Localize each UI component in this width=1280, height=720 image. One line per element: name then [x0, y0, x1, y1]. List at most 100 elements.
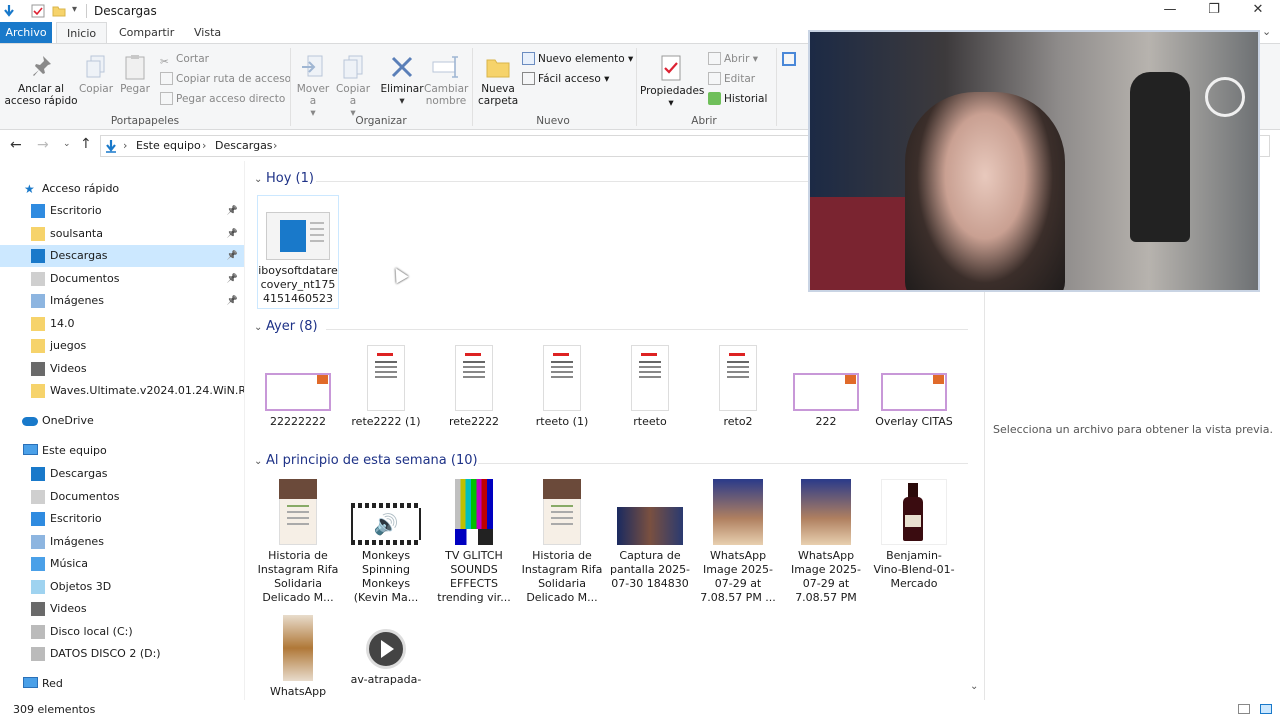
file-item[interactable]: rete2222 — [433, 345, 515, 429]
ribbon-separator — [776, 48, 777, 126]
sidebar-item-acceso-rapido[interactable]: ★ Acceso rápido — [0, 178, 244, 200]
sidebar-item-quick[interactable]: soulsanta 📌 — [0, 223, 244, 245]
pin-icon[interactable]: 📌 — [227, 223, 238, 245]
properties-check-icon[interactable] — [31, 4, 45, 18]
file-item[interactable]: rteeto — [609, 345, 691, 429]
tab-compartir[interactable]: Compartir — [109, 22, 184, 44]
rename-button[interactable]: Cambiar nombre — [424, 54, 468, 107]
sidebar-item-quick[interactable]: Descargas 📌 — [0, 245, 244, 267]
sidebar-item-quick[interactable]: Waves.Ultimate.v2024.01.24.WiN.R2R.ai — [0, 380, 244, 402]
sidebar-item-pc[interactable]: Escritorio — [0, 508, 244, 530]
sidebar-item-quick[interactable]: Documentos 📌 — [0, 268, 244, 290]
file-item[interactable]: WhatsApp Image 2025-07-29 at 7.08.57 PM … — [697, 479, 779, 605]
properties-button[interactable]: Propiedades ▾ — [640, 54, 704, 109]
sidebar-item-pc[interactable]: Imágenes — [0, 531, 244, 553]
sidebar-item-pc[interactable]: Videos — [0, 598, 244, 620]
file-item[interactable]: Overlay CITAS — [873, 345, 955, 429]
tab-vista[interactable]: Vista — [184, 22, 231, 44]
easy-access-button[interactable]: Fácil acceso ▾ — [522, 70, 609, 88]
sidebar-item-pc[interactable]: Disco local (C:) — [0, 621, 244, 643]
sidebar-item-quick[interactable]: Videos — [0, 358, 244, 380]
file-item[interactable]: Historia de Instagram Rifa Solidaria Del… — [257, 479, 339, 605]
sidebar-item-pc[interactable]: Documentos — [0, 486, 244, 508]
select-all-icon[interactable] — [782, 52, 796, 66]
folder-icon[interactable] — [52, 4, 66, 18]
close-button[interactable]: ✕ — [1236, 0, 1280, 22]
pin-icon[interactable]: 📌 — [227, 268, 238, 290]
pin-icon[interactable]: 📌 — [227, 245, 238, 267]
file-item[interactable]: reto2 — [697, 345, 779, 429]
file-item[interactable]: iboysoftdatarecovery_nt1754151460523 — [257, 195, 339, 309]
tab-inicio[interactable]: Inicio — [56, 22, 108, 44]
sidebar-item-onedrive[interactable]: OneDrive — [0, 410, 244, 432]
move-to-button[interactable]: Mover a ▾ — [294, 54, 332, 119]
sidebar-item-quick[interactable]: juegos — [0, 335, 244, 357]
group-header[interactable]: ⌄ Hoy (1) — [254, 171, 314, 191]
large-icons-view-icon[interactable] — [1260, 704, 1272, 714]
sidebar-item-red[interactable]: Red — [0, 673, 244, 695]
pane-splitter[interactable] — [244, 161, 245, 701]
file-item[interactable]: 222 — [785, 345, 867, 429]
forward-arrow-icon[interactable]: → — [37, 137, 49, 153]
ribbon-expand-icon[interactable]: ⌄ — [1262, 25, 1271, 38]
sidebar-item-pc[interactable]: Descargas — [0, 463, 244, 485]
up-arrow-icon[interactable]: ↑ — [80, 136, 92, 152]
cut-button[interactable]: ✂ Cortar — [160, 50, 209, 68]
sidebar-item-quick[interactable]: Imágenes 📌 — [0, 290, 244, 312]
restore-button[interactable]: ❐ — [1192, 0, 1236, 22]
file-item[interactable]: Captura de pantalla 2025-07-30 184830 — [609, 479, 691, 591]
delete-button[interactable]: Eliminar ▾ — [380, 54, 424, 107]
sidebar-item-quick[interactable]: 14.0 — [0, 313, 244, 335]
pin-quick-access-button[interactable]: Anclar al acceso rápido — [4, 54, 78, 107]
paste-shortcut-button[interactable]: Pegar acceso directo — [160, 90, 285, 108]
sidebar-item-pc[interactable]: Música — [0, 553, 244, 575]
sidebar-item-este-equipo[interactable]: Este equipo — [0, 440, 244, 462]
sidebar-item-label: Escritorio — [50, 512, 102, 525]
new-folder-button[interactable]: Nueva carpeta — [478, 54, 518, 107]
pin-icon[interactable]: 📌 — [227, 290, 238, 312]
preview-message: Selecciona un archivo para obtener la vi… — [993, 423, 1273, 436]
tab-archivo[interactable]: Archivo — [0, 22, 52, 44]
sidebar-item-quick[interactable]: Escritorio 📌 — [0, 200, 244, 222]
group-header[interactable]: ⌄ Al principio de esta semana (10) — [254, 453, 478, 473]
details-view-icon[interactable] — [1238, 704, 1250, 714]
pin-icon[interactable]: 📌 — [227, 200, 238, 222]
desktop-icon — [31, 204, 45, 218]
open-button[interactable]: Abrir ▾ — [708, 50, 758, 68]
folder-icon — [31, 316, 45, 331]
copy-path-button[interactable]: Copiar ruta de acceso — [160, 70, 291, 88]
recent-locations-icon[interactable]: ⌄ — [63, 139, 71, 149]
history-button[interactable]: Historial — [708, 90, 767, 108]
file-item[interactable]: 22222222 — [257, 345, 339, 429]
copy-to-button[interactable]: Copiar a ▾ — [334, 54, 372, 119]
file-item[interactable]: WhatsApp Image 2025-07-29 at 7.08.57 PM — [785, 479, 867, 605]
file-item[interactable]: TV GLITCH SOUNDS EFFECTS trending vir... — [433, 479, 515, 605]
minimize-button[interactable]: — — [1148, 0, 1192, 22]
paste-button[interactable]: Pegar — [118, 54, 152, 95]
scroll-down-icon[interactable]: ⌄ — [970, 681, 978, 692]
group-header[interactable]: ⌄ Ayer (8) — [254, 319, 318, 339]
file-item[interactable]: WhatsApp — [257, 615, 339, 699]
collapse-chevron-icon[interactable]: ⌄ — [254, 456, 266, 467]
sidebar-item-pc[interactable]: Objetos 3D — [0, 576, 244, 598]
file-item[interactable]: rteeto (1) — [521, 345, 603, 429]
new-item-button[interactable]: Nuevo elemento ▾ — [522, 50, 633, 68]
file-item[interactable]: Benjamin-Vino-Blend-01-Mercado — [873, 479, 955, 591]
sidebar-item-pc[interactable]: DATOS DISCO 2 (D:) — [0, 643, 244, 665]
collapse-chevron-icon[interactable]: ⌄ — [254, 322, 266, 333]
file-name: WhatsApp Image 2025-07-29 at 7.08.57 PM … — [700, 549, 776, 604]
file-item[interactable]: Historia de Instagram Rifa Solidaria Del… — [521, 479, 603, 605]
image-thumbnail — [881, 479, 947, 545]
rename-icon — [432, 56, 458, 78]
quick-access-dropdown-icon[interactable]: ▾ — [72, 4, 77, 15]
file-item[interactable]: 🔊 Monkeys Spinning Monkeys (Kevin Ma... — [345, 479, 427, 605]
edit-button[interactable]: Editar — [708, 70, 755, 88]
file-item[interactable]: rete2222 (1) — [345, 345, 427, 429]
file-item[interactable]: av-atrapada- — [345, 615, 427, 687]
breadcrumb-descargas[interactable]: Descargas — [215, 139, 273, 152]
collapse-chevron-icon[interactable]: ⌄ — [254, 174, 266, 185]
breadcrumb-este-equipo[interactable]: Este equipo — [136, 139, 201, 152]
back-arrow-icon[interactable]: ← — [10, 137, 22, 153]
edit-label: Editar — [724, 73, 756, 85]
copy-button[interactable]: Copiar — [78, 54, 114, 95]
